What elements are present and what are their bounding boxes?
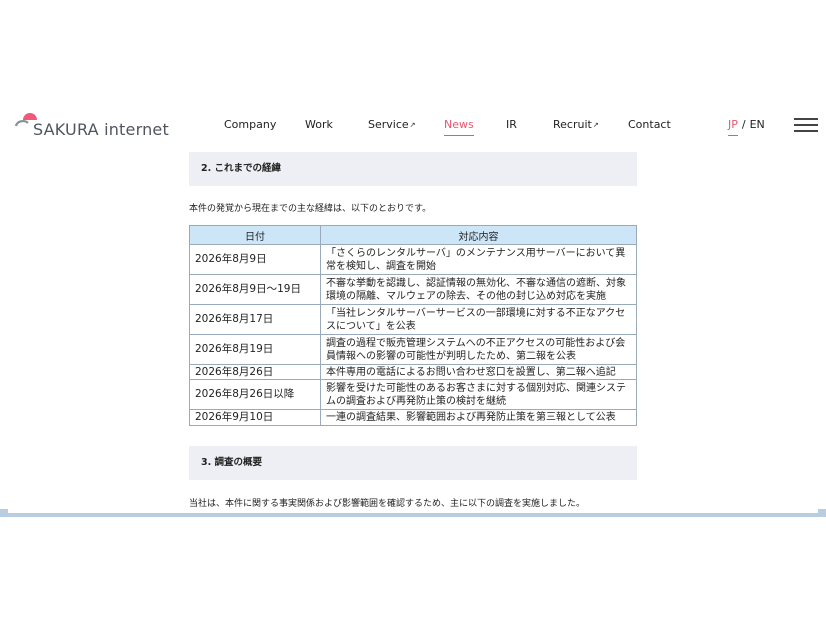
- date-cell: 2026年8月19日: [189, 334, 321, 365]
- table-row: 2026年8月26日 本件専用の電話によるお問い合わせ窓口を設置し、第二報へ追記: [189, 364, 637, 380]
- date-cell: 2026年8月26日以降: [189, 379, 321, 410]
- action-cell: 調査の過程で販売管理システムへの不正アクセスの可能性および会員情報への影響の可能…: [320, 334, 637, 365]
- table-row: 2026年8月17日 「当社レンタルサーバーサービスの一部環境に対する不正なアク…: [189, 304, 637, 335]
- nav-company-label: Company: [224, 118, 277, 131]
- date-cell: 2026年8月26日: [189, 364, 321, 380]
- nav-work[interactable]: Work: [305, 118, 333, 131]
- column-header-action: 対応内容: [320, 225, 637, 245]
- table-header-row: 日付 対応内容: [189, 225, 637, 245]
- date-cell: 2026年8月9日～19日: [189, 274, 321, 305]
- lang-en[interactable]: EN: [750, 118, 765, 131]
- date-cell: 2026年8月9日: [189, 244, 321, 275]
- nav-recruit[interactable]: Recruit↗: [553, 118, 599, 131]
- section-title: 2. これまでの経緯: [201, 163, 282, 174]
- section-heading-history: 2. これまでの経緯: [189, 152, 637, 186]
- hamburger-menu-icon[interactable]: [794, 118, 818, 132]
- nav-news-label: News: [444, 118, 474, 131]
- external-link-icon: ↗: [592, 121, 599, 129]
- language-switcher: JP / EN: [728, 118, 765, 131]
- section-intro: 本件の発覚から現在までの主な経緯は、以下のとおりです。: [189, 204, 432, 214]
- nav-service-label: Service: [368, 118, 409, 131]
- action-cell: 不審な挙動を認識し、認証情報の無効化、不審な通信の遮断、対象環境の隔離、マルウェ…: [320, 274, 637, 305]
- table-row: 2026年8月9日 「さくらのレンタルサーバ」のメンテナンス用サーバーにおいて異…: [189, 244, 637, 275]
- action-cell: 一連の調査結果、影響範囲および再発防止策を第三報として公表: [320, 409, 637, 426]
- date-cell: 2026年9月10日: [189, 409, 321, 426]
- action-cell: 「さくらのレンタルサーバ」のメンテナンス用サーバーにおいて異常を検知し、調査を開…: [320, 244, 637, 275]
- date-cell: 2026年8月17日: [189, 304, 321, 335]
- timeline-table: 日付 対応内容 2026年8月9日 「さくらのレンタルサーバ」のメンテナンス用サ…: [189, 225, 637, 426]
- table-row: 2026年8月9日～19日 不審な挙動を認識し、認証情報の無効化、不審な通信の遮…: [189, 274, 637, 305]
- table-row: 2026年9月10日 一連の調査結果、影響範囲および再発防止策を第三報として公表: [189, 409, 637, 426]
- nav-news[interactable]: News: [444, 118, 474, 136]
- lang-separator: /: [741, 118, 746, 131]
- action-cell: 「当社レンタルサーバーサービスの一部環境に対する不正なアクセスについて」を公表: [320, 304, 637, 335]
- nav-company[interactable]: Company: [224, 118, 276, 131]
- external-link-icon: ↗: [409, 121, 416, 129]
- table-row: 2026年8月26日以降 影響を受けた可能性のあるお客さまに対する個別対応、関連…: [189, 379, 637, 410]
- action-cell: 影響を受けた可能性のあるお客さまに対する個別対応、関連システムの調査および再発防…: [320, 379, 637, 410]
- table-row: 2026年8月19日 調査の過程で販売管理システムへの不正アクセスの可能性および…: [189, 334, 637, 365]
- section-title: 3. 調査の概要: [201, 457, 263, 468]
- action-cell: 本件専用の電話によるお問い合わせ窓口を設置し、第二報へ追記: [320, 364, 637, 380]
- nav-contact[interactable]: Contact: [628, 118, 671, 131]
- nav-recruit-label: Recruit: [553, 118, 592, 131]
- browser-viewport: SAKURA internet Company Work Service↗ Ne…: [0, 0, 826, 517]
- nav-work-label: Work: [305, 118, 333, 131]
- nav-ir-label: IR: [506, 118, 517, 131]
- lang-jp[interactable]: JP: [728, 118, 738, 131]
- section-intro: 当社は、本件に関する事実関係および影響範囲を確認するため、主に以下の調査を実施し…: [189, 499, 586, 509]
- nav-service[interactable]: Service↗: [368, 118, 416, 131]
- nav-ir[interactable]: IR: [506, 118, 517, 131]
- section-heading-investigation: 3. 調査の概要: [189, 446, 637, 480]
- nav-contact-label: Contact: [628, 118, 671, 131]
- global-nav: Company Work Service↗ News IR Recruit↗ C…: [0, 118, 826, 136]
- column-header-date: 日付: [189, 225, 321, 245]
